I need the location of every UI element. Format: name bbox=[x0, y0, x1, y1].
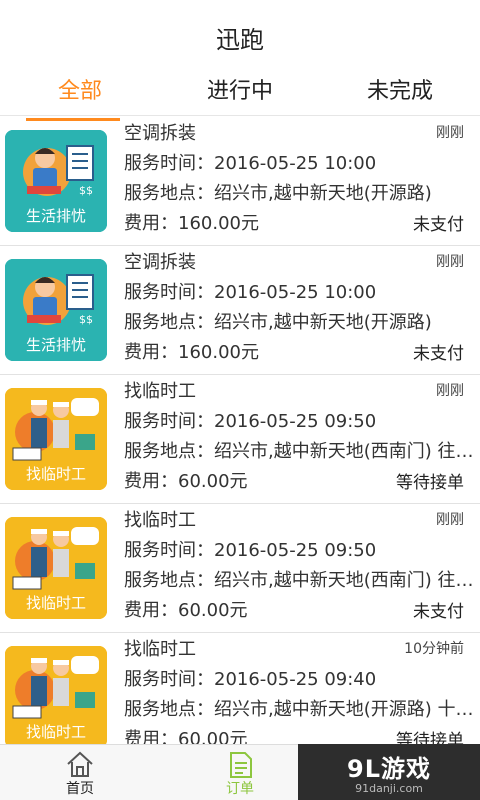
nav-home-label: 首页 bbox=[66, 781, 94, 797]
service-location: 服务地点：绍兴市,越中新天地(西南门) 往里... bbox=[124, 570, 474, 591]
service-location: 服务地点：绍兴市,越中新天地(西南门) 往里... bbox=[124, 441, 474, 462]
order-status: 未支付 bbox=[413, 343, 464, 364]
service-thumbnail: 找临时工 bbox=[5, 517, 107, 619]
order-time-ago: 刚刚 bbox=[436, 512, 464, 528]
order-time-ago: 刚刚 bbox=[436, 254, 464, 270]
order-title: 找临时工 bbox=[124, 381, 196, 402]
site-watermark: 9L游戏 91danji.com bbox=[298, 744, 480, 800]
nav-orders[interactable]: 订单 bbox=[160, 745, 320, 800]
order-status: 等待接单 bbox=[396, 472, 464, 493]
order-fee: 费用：60.00元 bbox=[124, 471, 248, 492]
order-fee: 费用：160.00元 bbox=[124, 213, 259, 234]
service-thumbnail: 找临时工 bbox=[5, 646, 107, 745]
order-filter-tabs: 全部 进行中 未完成 bbox=[0, 74, 480, 121]
service-thumbnail: $$ 生活排忧 bbox=[5, 130, 107, 232]
tab-incomplete[interactable]: 未完成 bbox=[320, 74, 480, 115]
service-thumbnail: 找临时工 bbox=[5, 388, 107, 490]
order-title: 找临时工 bbox=[124, 639, 196, 660]
order-status: 未支付 bbox=[413, 214, 464, 235]
service-thumbnail: $$ 生活排忧 bbox=[5, 259, 107, 361]
thumbnail-caption: 找临时工 bbox=[25, 594, 86, 612]
thumbnail-caption: 生活排忧 bbox=[25, 336, 86, 354]
order-time-ago: 10分钟前 bbox=[404, 641, 464, 657]
order-item[interactable]: 找临时工 找临时工 刚刚 服务时间：2016-05-25 09:50 服务地点：… bbox=[0, 504, 480, 633]
thumbnail-caption: 找临时工 bbox=[25, 723, 86, 741]
thumbnail-caption: 找临时工 bbox=[25, 465, 86, 483]
home-icon bbox=[67, 751, 93, 777]
order-icon bbox=[230, 752, 252, 778]
order-item[interactable]: $$ 生活排忧 空调拆装 刚刚 服务时间：2016-05-25 10:00 服务… bbox=[0, 117, 480, 246]
app-header: 迅跑 bbox=[0, 0, 480, 74]
order-time-ago: 刚刚 bbox=[436, 125, 464, 141]
order-item[interactable]: 找临时工 找临时工 刚刚 服务时间：2016-05-25 09:50 服务地点：… bbox=[0, 375, 480, 504]
order-status: 未支付 bbox=[413, 601, 464, 622]
order-item[interactable]: 找临时工 找临时工 10分钟前 服务时间：2016-05-25 09:40 服务… bbox=[0, 633, 480, 745]
order-item[interactable]: $$ 生活排忧 空调拆装 刚刚 服务时间：2016-05-25 10:00 服务… bbox=[0, 246, 480, 375]
watermark-url: 91danji.com bbox=[355, 782, 423, 795]
service-location: 服务地点：绍兴市,越中新天地(开源路) bbox=[124, 183, 432, 204]
nav-orders-label: 订单 bbox=[226, 781, 254, 797]
order-fee: 费用：160.00元 bbox=[124, 342, 259, 363]
service-location: 服务地点：绍兴市,越中新天地(开源路) 十五... bbox=[124, 699, 474, 720]
order-status: 等待接单 bbox=[396, 730, 464, 746]
order-fee: 费用：60.00元 bbox=[124, 600, 248, 621]
service-time: 服务时间：2016-05-25 10:00 bbox=[124, 153, 377, 174]
app-title: 迅跑 bbox=[216, 25, 264, 54]
order-fee: 费用：60.00元 bbox=[124, 729, 248, 745]
service-location: 服务地点：绍兴市,越中新天地(开源路) bbox=[124, 312, 432, 333]
tab-in-progress[interactable]: 进行中 bbox=[160, 74, 320, 115]
service-time: 服务时间：2016-05-25 10:00 bbox=[124, 282, 377, 303]
order-title: 找临时工 bbox=[124, 510, 196, 531]
thumbnail-caption: 生活排忧 bbox=[25, 207, 86, 225]
order-list: $$ 生活排忧 空调拆装 刚刚 服务时间：2016-05-25 10:00 服务… bbox=[0, 117, 480, 745]
tab-all[interactable]: 全部 bbox=[0, 74, 160, 121]
svg-text:$$: $$ bbox=[79, 184, 93, 197]
order-title: 空调拆装 bbox=[124, 123, 196, 144]
service-time: 服务时间：2016-05-25 09:50 bbox=[124, 411, 377, 432]
svg-text:$$: $$ bbox=[79, 313, 93, 326]
service-time: 服务时间：2016-05-25 09:50 bbox=[124, 540, 377, 561]
service-time: 服务时间：2016-05-25 09:40 bbox=[124, 669, 377, 690]
watermark-logo-text: 9L游戏 bbox=[347, 755, 431, 783]
nav-home[interactable]: 首页 bbox=[0, 745, 160, 800]
order-time-ago: 刚刚 bbox=[436, 383, 464, 399]
order-title: 空调拆装 bbox=[124, 252, 196, 273]
